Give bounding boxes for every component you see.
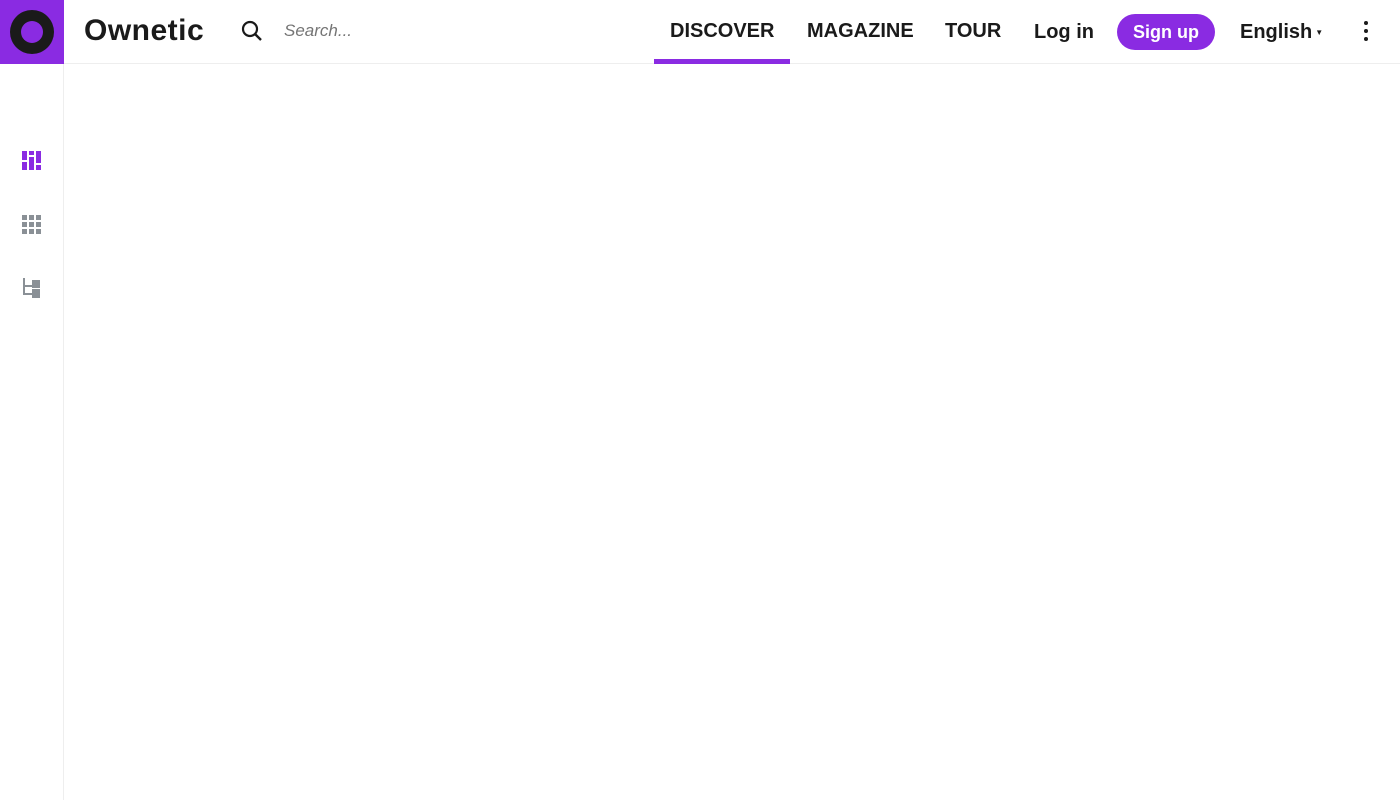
search-input[interactable] [284,21,484,41]
sidebar [0,64,64,800]
brand-name[interactable]: Ownetic [84,14,204,48]
login-link[interactable]: Log in [1034,21,1094,44]
active-tab-indicator [654,59,790,64]
nav-tour[interactable]: TOUR [945,20,1001,43]
language-select[interactable]: English ▼ [1240,21,1323,44]
masonry-view-icon[interactable] [22,151,42,171]
caret-down-icon: ▼ [1315,28,1324,38]
language-label: English [1240,21,1313,43]
search-icon[interactable] [241,20,263,42]
tree-view-icon[interactable] [22,278,42,298]
header: Ownetic DISCOVER MAGAZINE TOUR Log in Si… [0,0,1400,64]
nav-discover[interactable]: DISCOVER [670,20,774,43]
signup-button[interactable]: Sign up [1117,14,1215,50]
grid-view-icon[interactable] [22,215,42,235]
nav-magazine[interactable]: MAGAZINE [807,20,914,43]
more-menu-icon[interactable] [1364,21,1372,45]
logo[interactable] [0,0,64,64]
